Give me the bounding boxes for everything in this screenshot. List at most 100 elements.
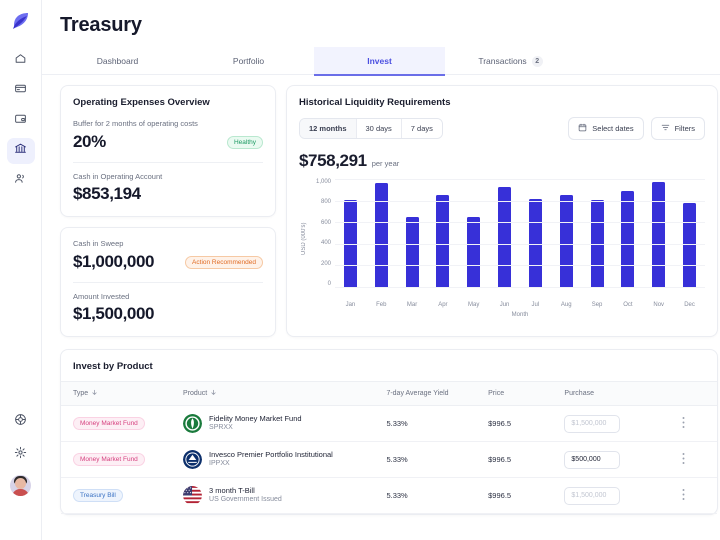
chart-bar-feb[interactable] — [374, 182, 388, 287]
table-row[interactable]: Money Market Fund Fidelity Money Market F… — [61, 405, 717, 442]
invested-label: Amount Invested — [73, 292, 130, 301]
cell-product: Fidelity Money Market Fund SPRXX — [183, 405, 387, 442]
chart-bar-column[interactable] — [366, 179, 397, 287]
product-text: Invesco Premier Portfolio Institutional I… — [209, 450, 333, 468]
chart-plot-area: USD (000's) 1,000 800 600 400 200 0 — [299, 179, 705, 299]
chart-bar-column[interactable] — [582, 179, 613, 287]
purchase-input[interactable] — [564, 450, 621, 469]
tab-invest[interactable]: Invest — [314, 47, 445, 76]
tab-transactions[interactable]: Transactions 2 — [445, 47, 576, 75]
sidebar-item-home[interactable] — [7, 48, 35, 74]
sidebar-item-settings[interactable] — [7, 442, 35, 468]
product-name: Fidelity Money Market Fund — [209, 414, 302, 424]
row-menu-icon[interactable] — [676, 452, 690, 467]
product-ticker: IPPXX — [209, 459, 230, 467]
chart-gridline — [335, 200, 705, 202]
chart-bar-column[interactable] — [335, 179, 366, 287]
select-dates-button[interactable]: Select dates — [568, 117, 644, 140]
chart-bar-column[interactable] — [427, 179, 458, 287]
product-name: 3 month T-Bill — [209, 486, 255, 496]
chart-bar-jun[interactable] — [498, 186, 512, 287]
chart-bar-column[interactable] — [551, 179, 582, 287]
cell-yield: 5.33% — [386, 405, 489, 442]
chart-gridline — [335, 287, 705, 288]
chart-bar-dec[interactable] — [683, 203, 697, 287]
chart-bar-column[interactable] — [489, 179, 520, 287]
user-avatar[interactable] — [10, 475, 31, 496]
sort-down-icon — [91, 389, 98, 398]
type-badge: Money Market Fund — [73, 453, 145, 466]
range-30-days[interactable]: 30 days — [356, 119, 402, 138]
chart-x-axis-title: Month — [511, 312, 529, 318]
chart-bar-mar[interactable] — [405, 217, 419, 287]
th-purchase: Purchase — [564, 381, 677, 406]
sidebar-item-team[interactable] — [7, 168, 35, 194]
chart-x-tick: Jun — [499, 302, 510, 308]
chart-bar-column[interactable] — [612, 179, 643, 287]
buffer-label: Buffer for 2 months of operating costs — [73, 119, 198, 128]
select-dates-label: Select dates — [592, 124, 634, 133]
chart-x-tick: Apr — [438, 302, 448, 308]
card-icon — [14, 82, 27, 100]
chart-bar-nov[interactable] — [652, 182, 666, 287]
operating-cash-label: Cash in Operating Account — [73, 172, 163, 181]
th-type[interactable]: Type — [61, 381, 184, 406]
row-menu-icon[interactable] — [676, 488, 690, 503]
sweep-card: Cash in Sweep $1,000,000 Action Recommen… — [60, 227, 276, 337]
sidebar-item-cards[interactable] — [7, 78, 35, 104]
app-logo[interactable] — [9, 10, 33, 34]
chart-y-axis: 1,000 800 600 400 200 0 — [309, 179, 335, 287]
sidebar-item-help[interactable] — [7, 409, 35, 435]
table-row[interactable]: Treasury Bill 3 month T-Bill US Government… — [61, 477, 717, 514]
product-cell: Invesco Premier Portfolio Institutional I… — [183, 450, 386, 469]
chart-x-tick: Jul — [531, 302, 540, 308]
chart-bar-column[interactable] — [674, 179, 705, 287]
chart-bar-column[interactable] — [397, 179, 428, 287]
chart-bar-column[interactable] — [520, 179, 551, 287]
sidebar-item-treasury[interactable] — [6, 138, 35, 164]
chart-bar-aug[interactable] — [559, 195, 573, 287]
tab-dashboard[interactable]: Dashboard — [52, 47, 183, 75]
product-ticker: SPRXX — [209, 423, 233, 431]
chart-bar-may[interactable] — [467, 217, 481, 287]
sidebar-item-wallet[interactable] — [7, 108, 35, 134]
tab-invest-label: Invest — [367, 56, 392, 66]
cell-purchase — [564, 441, 677, 478]
purchase-input[interactable] — [564, 414, 621, 433]
chart-x-tick: Feb — [376, 302, 387, 308]
range-7-days[interactable]: 7 days — [401, 119, 442, 138]
th-product[interactable]: Product — [183, 381, 387, 406]
cell-type: Money Market Fund — [61, 441, 184, 478]
chart-gridline — [335, 265, 705, 267]
sidebar — [0, 0, 42, 540]
users-icon — [14, 172, 27, 190]
purchase-input[interactable] — [564, 486, 621, 505]
status-badge-healthy: Healthy — [226, 135, 263, 149]
chart-x-tick: Mar — [406, 302, 418, 308]
row-menu-icon[interactable] — [676, 416, 690, 431]
chart-bar-apr[interactable] — [436, 195, 450, 287]
chart-bar-column[interactable] — [643, 179, 674, 287]
cell-price: $996.5 — [488, 441, 565, 478]
status-badge-action: Action Recommended — [185, 255, 263, 269]
th-yield: 7-day Average Yield — [386, 381, 489, 406]
filters-button[interactable]: Filters — [650, 117, 705, 140]
tab-transactions-badge: 2 — [531, 55, 543, 67]
product-name: Invesco Premier Portfolio Institutional — [209, 450, 333, 460]
th-product-sort[interactable]: Product — [183, 389, 217, 398]
chart-x-tick: Dec — [684, 302, 695, 308]
table-row[interactable]: Money Market Fund Invesco Premier Portfol… — [61, 441, 717, 478]
chart-y-tick: 0 — [327, 280, 331, 287]
tab-portfolio[interactable]: Portfolio — [183, 47, 314, 75]
cell-product: 3 month T-Bill US Government Issued — [183, 477, 387, 514]
wallet-icon — [14, 112, 27, 130]
product-text: 3 month T-Bill US Government Issued — [209, 486, 282, 504]
filters-label: Filters — [674, 124, 695, 133]
avatar-body — [12, 489, 29, 496]
chart-bar-column[interactable] — [458, 179, 489, 287]
cell-actions — [676, 405, 717, 442]
chart-bar-oct[interactable] — [621, 191, 635, 287]
range-12-months[interactable]: 12 months — [300, 119, 357, 138]
cell-yield: 5.33% — [386, 477, 489, 514]
th-type-sort[interactable]: Type — [73, 389, 98, 398]
